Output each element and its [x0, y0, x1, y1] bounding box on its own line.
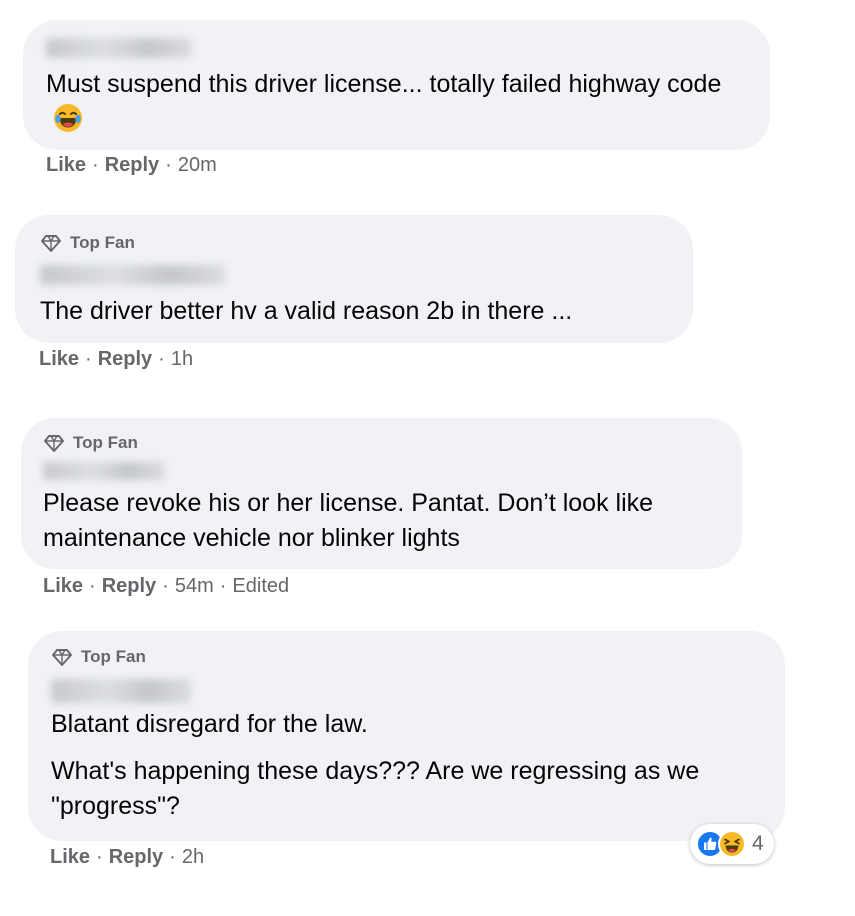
laughing-emoji-icon — [52, 102, 84, 134]
top-fan-badge[interactable]: Top Fan — [43, 432, 138, 454]
comment-bubble: Top Fan The driver better hv a valid rea… — [15, 215, 693, 343]
like-button[interactable]: Like — [43, 575, 83, 598]
comment-text-container: Must suspend this driver license... tota… — [46, 67, 756, 138]
timestamp-link[interactable]: 20m — [178, 154, 217, 177]
separator: · — [162, 575, 169, 597]
reactions-summary[interactable]: 4 — [690, 824, 774, 864]
separator: · — [85, 348, 92, 370]
separator: · — [96, 846, 103, 868]
commenter-name-blurred[interactable] — [43, 462, 165, 480]
reply-button[interactable]: Reply — [102, 575, 156, 598]
like-button[interactable]: Like — [50, 846, 90, 869]
separator: · — [92, 154, 99, 176]
timestamp-link[interactable]: 1h — [171, 348, 193, 371]
commenter-name-blurred[interactable] — [40, 265, 225, 285]
comment-actions: Like · Reply · 54m · Edited — [43, 575, 289, 598]
top-fan-label: Top Fan — [81, 647, 146, 666]
comment-bubble: Must suspend this driver license... tota… — [23, 20, 770, 150]
top-fan-badge[interactable]: Top Fan — [51, 646, 146, 668]
reply-button[interactable]: Reply — [105, 154, 159, 177]
separator: · — [89, 575, 96, 597]
commenter-name-blurred[interactable] — [51, 679, 191, 703]
diamond-icon — [40, 232, 62, 254]
comment-text: Must suspend this driver license... tota… — [46, 70, 722, 98]
comment-text: Please revoke his or her license. Pantat… — [43, 489, 654, 552]
separator: · — [158, 348, 165, 370]
like-button[interactable]: Like — [39, 348, 79, 371]
comment-bubble: Top Fan Blatant disregard for the law. W… — [28, 631, 785, 841]
timestamp-link[interactable]: 54m — [175, 575, 214, 598]
comment-bubble: Top Fan Please revoke his or her license… — [21, 418, 742, 569]
reaction-count: 4 — [752, 832, 764, 855]
comment-text: The driver better hv a valid reason 2b i… — [40, 297, 573, 325]
comment-paragraph: Blatant disregard for the law. — [51, 710, 368, 738]
edited-label[interactable]: Edited — [232, 575, 289, 598]
top-fan-badge[interactable]: Top Fan — [40, 232, 135, 254]
reply-button[interactable]: Reply — [109, 846, 163, 869]
comment-paragraph: What's happening these days??? Are we re… — [51, 757, 700, 820]
reply-button[interactable]: Reply — [98, 348, 152, 371]
top-fan-label: Top Fan — [73, 433, 138, 452]
separator: · — [165, 154, 172, 176]
diamond-icon — [43, 432, 65, 454]
comment-actions: Like · Reply · 1h — [39, 348, 193, 371]
like-button[interactable]: Like — [46, 154, 86, 177]
top-fan-label: Top Fan — [70, 233, 135, 252]
comment-text-container: Blatant disregard for the law. What's ha… — [51, 707, 761, 824]
separator: · — [169, 846, 176, 868]
comment-actions: Like · Reply · 20m — [46, 154, 217, 177]
commenter-name-blurred[interactable] — [46, 38, 192, 58]
separator: · — [219, 575, 227, 597]
diamond-icon — [51, 646, 73, 668]
haha-reaction-icon — [718, 830, 746, 858]
comment-actions: Like · Reply · 2h — [50, 846, 204, 869]
timestamp-link[interactable]: 2h — [182, 846, 204, 869]
